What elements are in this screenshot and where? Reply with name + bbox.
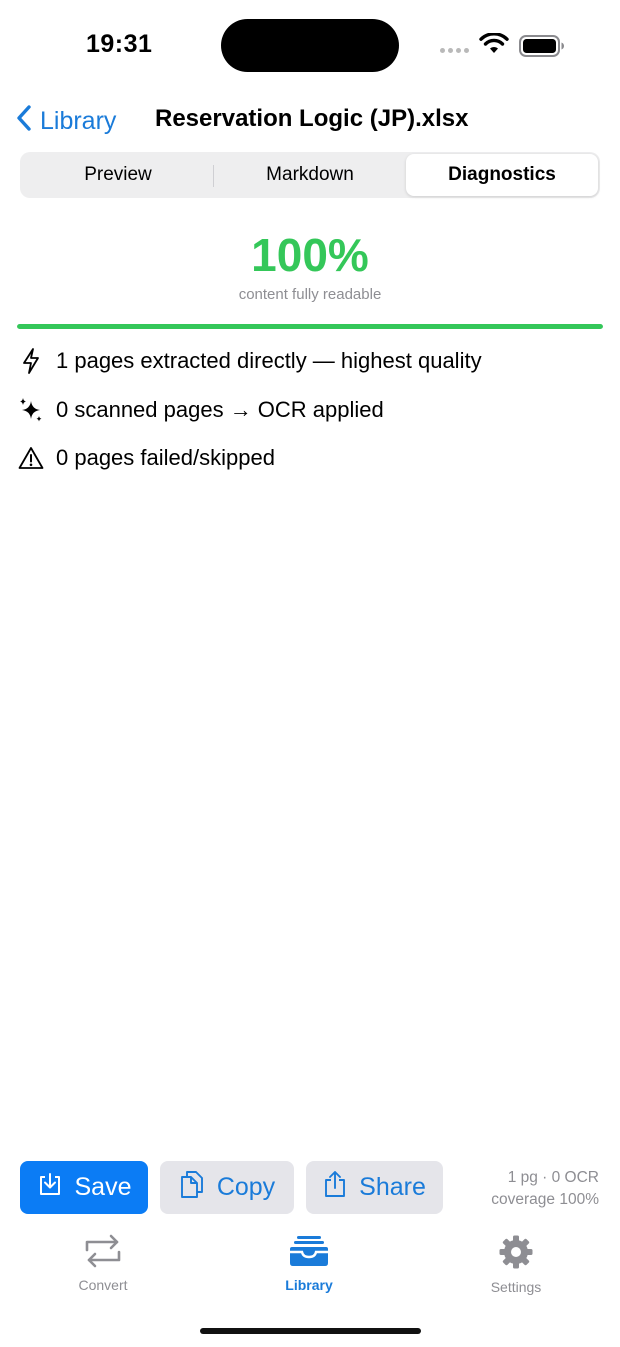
share-button[interactable]: Share: [306, 1161, 443, 1214]
tab-preview-label: Preview: [84, 164, 152, 185]
cellular-signal-icon: [440, 48, 469, 53]
warning-triangle-icon: [18, 446, 44, 470]
sparkles-icon: [18, 396, 44, 424]
wifi-icon: [479, 32, 509, 60]
tabbar-convert[interactable]: Convert: [33, 1234, 173, 1293]
back-button[interactable]: Library: [16, 104, 116, 139]
back-label: Library: [40, 107, 117, 135]
dynamic-island: [221, 19, 399, 72]
view-segmented-control: Preview Markdown Diagnostics: [20, 152, 600, 198]
save-button[interactable]: Save: [20, 1161, 148, 1214]
readability-score: 100%: [251, 229, 369, 281]
share-label: Share: [359, 1173, 426, 1201]
battery-icon: [519, 35, 565, 62]
copy-documents-icon: [179, 1169, 205, 1206]
home-indicator: [200, 1328, 421, 1334]
library-tray-icon: [288, 1234, 330, 1271]
tab-preview[interactable]: Preview: [22, 154, 214, 196]
conversion-meta: 1 pg · 0 OCR coverage 100%: [491, 1167, 599, 1211]
stat-direct-extraction: 1 pages extracted directly — highest qua…: [18, 347, 482, 375]
score-caption: content fully readable: [238, 286, 382, 303]
readability-progress-bar: [17, 324, 603, 329]
stat-ocr: 0 scanned pages → OCR applied: [18, 396, 384, 424]
stat-direct-text: 1 pages extracted directly — highest qua…: [56, 348, 482, 373]
save-label: Save: [74, 1173, 132, 1201]
copy-label: Copy: [216, 1173, 276, 1201]
stat-failed-text: 0 pages failed/skipped: [56, 445, 275, 470]
stat-failed: 0 pages failed/skipped: [18, 445, 275, 471]
tabbar-library[interactable]: Library: [239, 1234, 379, 1293]
tab-markdown-label: Markdown: [266, 164, 354, 185]
gear-icon: [498, 1234, 534, 1273]
tabbar-library-label: Library: [285, 1277, 333, 1293]
lightning-bolt-icon: [18, 347, 44, 375]
chevron-left-icon: [16, 104, 32, 139]
tabbar-settings[interactable]: Settings: [446, 1234, 586, 1295]
page-title: Reservation Logic (JP).xlsx: [155, 105, 469, 132]
download-tray-icon: [37, 1171, 63, 1204]
meta-pages-ocr: 1 pg · 0 OCR: [507, 1169, 599, 1186]
share-icon: [323, 1170, 347, 1205]
readability-progress-fill: [17, 324, 603, 329]
tabbar-settings-label: Settings: [490, 1279, 542, 1295]
convert-icon: [81, 1234, 125, 1271]
tab-diagnostics-label: Diagnostics: [448, 164, 556, 185]
tab-diagnostics[interactable]: Diagnostics: [406, 154, 598, 196]
copy-button[interactable]: Copy: [160, 1161, 294, 1214]
tabbar-convert-label: Convert: [78, 1277, 128, 1293]
stat-ocr-text: 0 scanned pages → OCR applied: [56, 397, 384, 422]
meta-coverage: coverage 100%: [491, 1191, 599, 1208]
tab-markdown[interactable]: Markdown: [214, 154, 406, 196]
status-time: 19:31: [86, 30, 153, 58]
